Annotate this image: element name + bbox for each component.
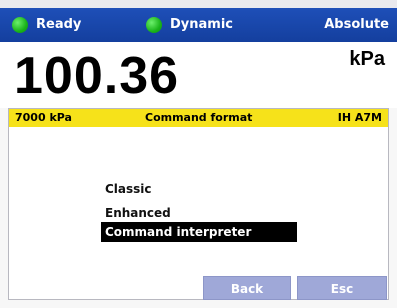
command-format-dialog: 7000 kPa Command format IH A7M Classic E… xyxy=(8,108,389,300)
pressure-reading: 100.36 kPa xyxy=(0,42,397,108)
option-classic[interactable]: Classic xyxy=(105,179,152,199)
status-absolute: Absolute xyxy=(324,8,389,42)
dynamic-label: Dynamic xyxy=(170,17,234,32)
dialog-range: 7000 kPa xyxy=(15,111,72,124)
reading-value: 100.36 xyxy=(14,47,180,105)
ready-label: Ready xyxy=(36,17,82,32)
dynamic-indicator-icon xyxy=(146,17,162,33)
back-button[interactable]: Back xyxy=(203,276,291,300)
status-dynamic: Dynamic xyxy=(146,8,233,42)
status-ready: Ready xyxy=(12,8,81,42)
dialog-title-bar: 7000 kPa Command format IH A7M xyxy=(9,109,388,127)
reading-unit: kPa xyxy=(349,48,385,70)
absolute-label: Absolute xyxy=(324,17,389,32)
option-enhanced[interactable]: Enhanced xyxy=(105,203,171,223)
dialog-title: Command format xyxy=(145,111,253,124)
instrument-screen: Ready Dynamic Absolute 100.36 kPa 7000 k… xyxy=(0,0,397,308)
dialog-code: IH A7M xyxy=(337,111,382,124)
screen-top-edge xyxy=(0,0,397,8)
esc-button[interactable]: Esc xyxy=(297,276,387,300)
status-bar: Ready Dynamic Absolute xyxy=(0,8,397,42)
ready-indicator-icon xyxy=(12,17,28,33)
option-command-interpreter-selected[interactable]: Command interpreter xyxy=(101,222,297,242)
